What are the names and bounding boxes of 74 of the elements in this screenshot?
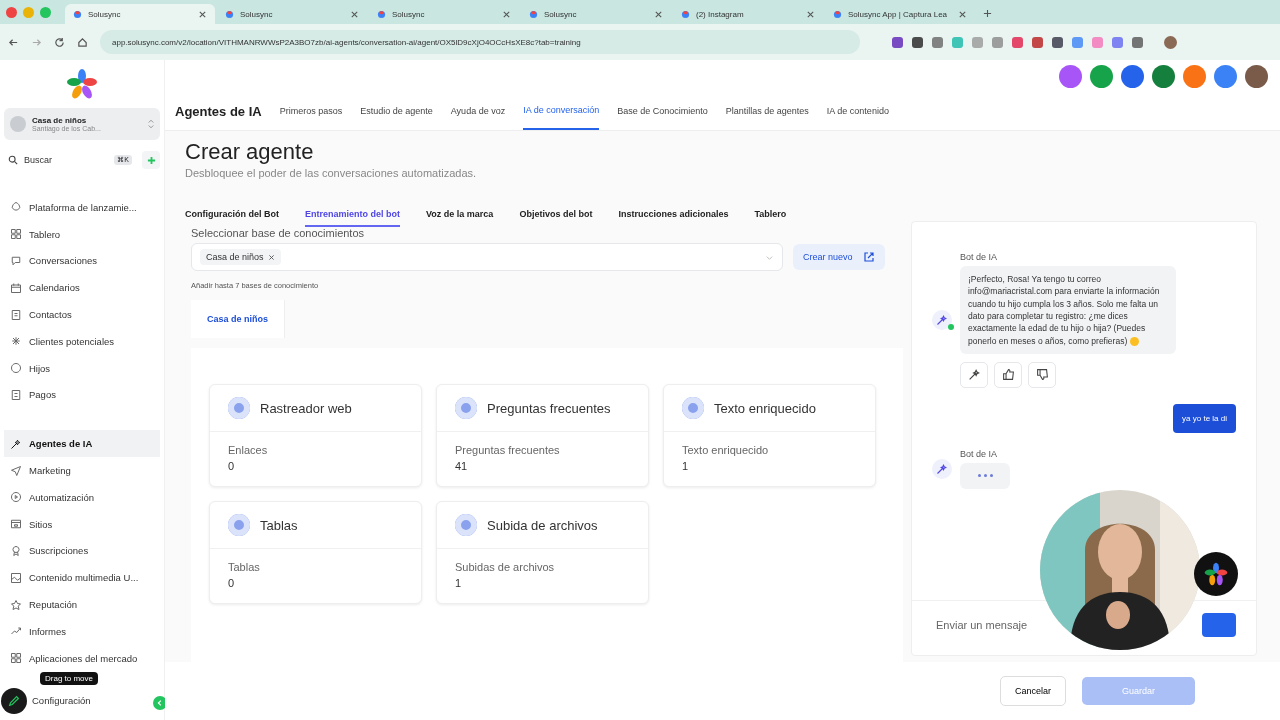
- card-label: Enlaces: [228, 444, 269, 456]
- sidebar-item[interactable]: Tablero: [4, 220, 160, 248]
- nav-tab[interactable]: Base de Conocimiento: [617, 92, 708, 130]
- user-message: ya yo te la di: [1173, 403, 1236, 433]
- page-title: Crear agente: [185, 139, 315, 165]
- account-name: Casa de niños: [32, 116, 88, 125]
- create-new-button[interactable]: Crear nuevo: [793, 244, 885, 270]
- sidebar-item[interactable]: Calendarios: [4, 274, 160, 302]
- card-value: 0: [228, 577, 236, 589]
- section-title: Agentes de IA: [175, 103, 262, 119]
- tab[interactable]: Objetivos del bot: [519, 209, 593, 227]
- card-title: Tablas: [260, 517, 298, 533]
- sidebar-item[interactable]: Aplicaciones del mercado: [4, 644, 160, 672]
- tab[interactable]: Instrucciones adicionales: [618, 209, 729, 227]
- nav-tab[interactable]: Primeros pasos: [279, 92, 343, 130]
- card-label: Texto enriquecido: [682, 444, 770, 456]
- nav-tab[interactable]: Estudio de agente: [360, 92, 433, 130]
- browser-tab[interactable]: Solusync: [369, 4, 519, 24]
- sidebar-item[interactable]: Contenido multimedia U...: [4, 564, 160, 592]
- sidebar-item[interactable]: Clientes potenciales: [4, 328, 160, 355]
- source-card[interactable]: Preguntas frecuentes Preguntas frecuentes 41: [436, 384, 649, 487]
- address-bar[interactable]: app.solusync.com/v2/location/VITHMANRWWsP2A3BO7zb/ai-agents/conversation-ai/agent/OX5lD9cXjO4OCcHsXE8c?tab=training: [100, 30, 860, 54]
- sidebar-item[interactable]: Suscripciones: [4, 537, 160, 565]
- nav-tab[interactable]: Plantillas de agentes: [725, 92, 809, 130]
- source-card[interactable]: Rastreador web Enlaces 0: [209, 384, 422, 487]
- card-label: Preguntas frecuentes: [455, 444, 561, 456]
- source-card[interactable]: Texto enriquecido Texto enriquecido 1: [663, 384, 876, 487]
- sidebar-item[interactable]: Reputación: [4, 591, 160, 618]
- card-title: Rastreador web: [260, 400, 352, 416]
- tab[interactable]: Voz de la marca: [426, 209, 494, 227]
- tab[interactable]: Configuración del Bot: [185, 209, 279, 227]
- sender-name: Bot de IA: [960, 448, 999, 459]
- card-value: 41: [455, 460, 469, 472]
- nav-tab[interactable]: Ayuda de voz: [450, 92, 506, 130]
- page-subtitle: Desbloquee el poder de las conversaciones automatizadas.: [185, 167, 478, 179]
- knowledge-base-tab[interactable]: Casa de niños: [191, 300, 286, 338]
- sidebar-item[interactable]: Plataforma de lanzamie...: [4, 194, 160, 221]
- sender-name: Bot de IA: [960, 252, 999, 262]
- selected-chip[interactable]: Casa de niños: [200, 249, 281, 265]
- source-card[interactable]: Tablas Tablas 0: [209, 501, 422, 604]
- cancel-button[interactable]: Cancelar: [999, 676, 1066, 706]
- nav-tab[interactable]: IA de contenido: [826, 92, 889, 130]
- card-value: 1: [682, 460, 690, 472]
- knowledge-base-select[interactable]: Casa de niños: [191, 243, 783, 271]
- source-card[interactable]: Subida de archivos Subidas de archivos 1: [436, 501, 649, 604]
- browser-tab[interactable]: (2) Instagram: [673, 4, 823, 24]
- card-title: Subida de archivos: [487, 517, 598, 533]
- sidebar-item[interactable]: Conversaciones: [4, 247, 160, 275]
- card-title: Preguntas frecuentes: [487, 400, 611, 416]
- card-label: Tablas: [228, 561, 261, 573]
- field-label: Seleccionar base de conocimientos: [191, 227, 366, 239]
- tab[interactable]: Entrenamiento del bot: [305, 209, 400, 227]
- browser-tab[interactable]: Solusync App | Captura Lea: [825, 4, 975, 24]
- tooltip: Drag to move: [40, 672, 99, 685]
- sidebar-item[interactable]: Pagos: [4, 381, 160, 409]
- browser-tab[interactable]: Solusync: [521, 4, 671, 24]
- sidebar-item[interactable]: Sitios: [4, 510, 160, 538]
- browser-tab[interactable]: Solusync: [217, 4, 367, 24]
- sidebar-item[interactable]: Contactos: [4, 301, 160, 328]
- sidebar-item[interactable]: Marketing: [4, 457, 160, 484]
- browser-tab[interactable]: Solusync: [65, 4, 215, 24]
- search-field[interactable]: Buscar: [22, 154, 111, 166]
- tab[interactable]: Tablero: [754, 209, 787, 227]
- card-value: 1: [455, 577, 463, 589]
- nav-tab[interactable]: IA de conversación: [523, 92, 600, 130]
- sidebar-item[interactable]: Agentes de IA: [4, 430, 160, 458]
- card-label: Subidas de archivos: [455, 561, 556, 573]
- bot-message: ¡Perfecto, Rosa! Ya tengo tu correo info@mariacristal.com para enviarte la información cuando tu hijo cumpla los 3 años. Solo me falta un dato para completar tu registro: ¿me dices exactamente la edad de tu hijo o hija? (Puedes ponerlo en meses o años, como prefieras): [960, 266, 1176, 354]
- sidebar-item[interactable]: Informes: [4, 617, 160, 645]
- card-value: 0: [228, 460, 236, 472]
- sidebar-item[interactable]: Hijos: [4, 354, 160, 382]
- sidebar-item[interactable]: Automatización: [4, 483, 160, 511]
- card-title: Texto enriquecido: [714, 400, 816, 416]
- sidebar-item[interactable]: Configuración: [30, 687, 144, 715]
